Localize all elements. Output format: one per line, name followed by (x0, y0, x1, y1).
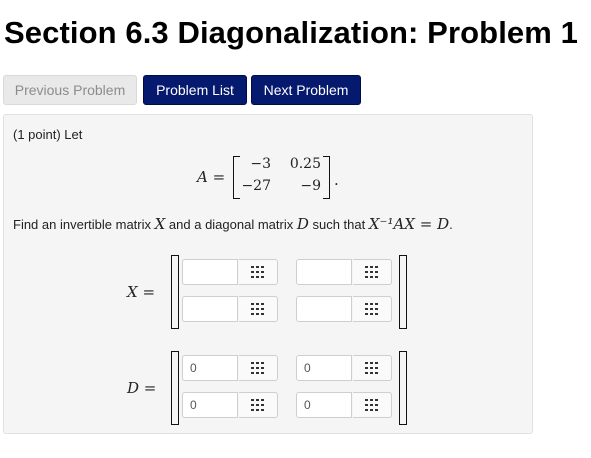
answer-matrix-d: D = (4, 349, 532, 427)
matrix-a-label: A = (197, 168, 226, 186)
matrix-x-input[interactable] (182, 259, 238, 285)
variable-x: X (154, 215, 166, 233)
instruction-text: . (449, 217, 453, 232)
matrix-x-input[interactable] (296, 259, 352, 285)
matrix-a-cell: −9 (300, 178, 321, 194)
matrix-a-right-bracket (323, 156, 330, 199)
keypad-icon[interactable] (353, 355, 392, 381)
diagonalization-equation: X⁻¹AX = D (368, 215, 450, 233)
keypad-icon[interactable] (239, 355, 278, 381)
previous-problem-button[interactable]: Previous Problem (3, 75, 137, 105)
next-problem-button[interactable]: Next Problem (251, 75, 361, 105)
matrix-x-right-bracket (399, 255, 407, 329)
variable-d: D (296, 215, 309, 233)
instruction-text: Find an invertible matrix (13, 217, 155, 232)
matrix-d-input[interactable] (182, 392, 238, 418)
matrix-d-input[interactable] (182, 355, 238, 381)
keypad-icon[interactable] (239, 259, 278, 285)
page-title: Section 6.3 Diagonalization: Problem 1 (4, 15, 578, 50)
matrix-d-left-bracket (171, 351, 179, 425)
matrix-a-display: A = −3 0.25 −27 −9 . (197, 153, 357, 203)
problem-instruction: Find an invertible matrix X and a diagon… (13, 215, 453, 233)
matrix-x-input[interactable] (296, 296, 352, 322)
problem-list-button[interactable]: Problem List (143, 75, 247, 105)
matrix-a-left-bracket (233, 156, 240, 199)
keypad-icon[interactable] (353, 259, 392, 285)
matrix-d-right-bracket (399, 351, 407, 425)
keypad-icon[interactable] (239, 296, 278, 322)
problem-panel: (1 point) Let A = −3 0.25 −27 −9 . Find … (3, 114, 533, 434)
instruction-text: and a diagonal matrix (165, 217, 297, 232)
matrix-d-input[interactable] (296, 392, 352, 418)
matrix-a-cell: −27 (241, 178, 271, 194)
matrix-a-cell: 0.25 (289, 156, 321, 172)
matrix-a-period: . (334, 171, 339, 189)
instruction-text: such that (308, 217, 369, 232)
matrix-x-input[interactable] (182, 296, 238, 322)
matrix-x-left-bracket (171, 255, 179, 329)
keypad-icon[interactable] (239, 392, 278, 418)
problem-intro: (1 point) Let (13, 127, 83, 142)
matrix-a-cell: −3 (250, 156, 271, 172)
matrix-d-label: D = (127, 379, 157, 397)
keypad-icon[interactable] (353, 392, 392, 418)
answer-matrix-x: X = (4, 253, 532, 331)
keypad-icon[interactable] (353, 296, 392, 322)
matrix-x-label: X = (127, 283, 156, 301)
matrix-d-input[interactable] (296, 355, 352, 381)
